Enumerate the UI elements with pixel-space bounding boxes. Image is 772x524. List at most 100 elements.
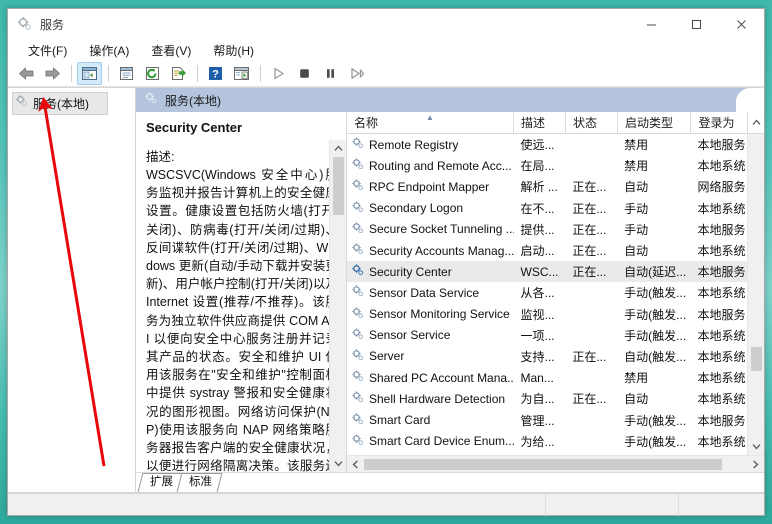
detail-scroll-thumb[interactable] xyxy=(332,157,344,215)
services-list: ▲ 名称 描述 状态 启动类型 登录为 Remote Registry 使远..… xyxy=(346,112,764,472)
service-name-label: Shell Hardware Detection xyxy=(369,391,506,406)
column-header-name[interactable]: ▲ 名称 xyxy=(347,112,515,133)
table-row[interactable]: Server 支持... 正在... 自动(触发... 本地系统 xyxy=(347,346,747,367)
cell-startup-type: 自动 xyxy=(624,392,649,407)
list-vertical-scrollbar[interactable] xyxy=(747,134,764,455)
service-name-label: Secure Socket Tunneling ... xyxy=(369,222,514,237)
table-row[interactable]: Sensor Data Service 从各... 手动(触发... 本地系统 xyxy=(347,282,747,303)
cell-startup-type: 手动(触发... xyxy=(624,434,687,449)
detail-vertical-scrollbar[interactable] xyxy=(329,140,346,472)
list-scroll-track-bottom[interactable] xyxy=(748,371,765,438)
cell-startup-type: 手动 xyxy=(624,222,649,237)
services-gear-icon xyxy=(17,16,33,32)
hscroll-track[interactable] xyxy=(364,456,747,473)
tab-standard[interactable]: 标准 xyxy=(176,473,223,492)
service-name-label: Security Center xyxy=(369,264,452,279)
service-name-label: Sensor Data Service xyxy=(369,285,480,300)
view-tabs: 扩展 标准 xyxy=(136,472,764,492)
service-name-label: Smart Card Device Enum... xyxy=(369,434,514,449)
service-detail-pane: Security Center 描述: WSCSVC(Windows 安全中心)… xyxy=(136,112,346,472)
service-gear-icon xyxy=(351,284,365,301)
table-row[interactable]: Shell Hardware Detection 为自... 正在... 自动 本地系统 xyxy=(347,388,747,409)
show-hide-console-tree-icon[interactable] xyxy=(77,62,102,85)
table-row[interactable]: Shared PC Account Mana... Man... 禁用 本地系统 xyxy=(347,367,747,388)
status-pane-main xyxy=(8,493,546,516)
cell-name: Security Accounts Manag... xyxy=(347,242,514,259)
table-row[interactable]: Sensor Monitoring Service 监视... 手动(触发... 本地… xyxy=(347,304,747,325)
list-scroll-up-corner[interactable] xyxy=(748,112,764,133)
pause-service-icon[interactable] xyxy=(318,62,343,85)
list-body: Remote Registry 使远... 禁用 本地服务 Routing and Re… xyxy=(347,134,764,455)
forward-icon[interactable] xyxy=(40,62,65,85)
cell-status: 正在... xyxy=(572,349,607,364)
cell-description: 启动... xyxy=(520,244,555,259)
stop-service-icon[interactable] xyxy=(292,62,317,85)
table-row[interactable]: Smart Card Device Enum... 为给... 手动(触发... 本地… xyxy=(347,431,747,452)
cell-status: 正在... xyxy=(572,244,607,259)
start-service-icon[interactable] xyxy=(266,62,291,85)
back-icon[interactable] xyxy=(14,62,39,85)
cell-name: Sensor Monitoring Service xyxy=(347,306,514,323)
column-header-startup-type[interactable]: 启动类型 xyxy=(618,112,692,133)
menu-action[interactable]: 操作(A) xyxy=(79,40,139,61)
table-row[interactable]: RPC Endpoint Mapper 解析 ... 正在... 自动 网络服务 xyxy=(347,176,747,197)
scroll-up-icon[interactable] xyxy=(330,140,347,157)
tab-label: 扩展 xyxy=(150,476,173,488)
menu-view[interactable]: 查看(V) xyxy=(141,40,201,61)
service-detail-title: Security Center xyxy=(146,120,243,135)
tree-item-label: 服务(本地) xyxy=(33,97,89,111)
cell-name: Remote Registry xyxy=(347,136,514,153)
table-row[interactable]: Security Accounts Manag... 启动... 正在... 自动 本地… xyxy=(347,240,747,261)
help-icon[interactable]: ? xyxy=(203,62,228,85)
close-button[interactable] xyxy=(719,9,764,39)
list-horizontal-scrollbar[interactable] xyxy=(347,455,764,472)
cell-startup-type: 禁用 xyxy=(624,159,649,174)
table-row[interactable]: Routing and Remote Acc... 在局... 禁用 本地系统 xyxy=(347,155,747,176)
menu-file[interactable]: 文件(F) xyxy=(18,40,77,61)
menu-help[interactable]: 帮助(H) xyxy=(203,40,264,61)
cell-name: Smart Card Device Enum... xyxy=(347,433,514,450)
console-tree-pane: 服务(本地) xyxy=(8,87,136,493)
service-gear-icon xyxy=(351,178,365,195)
service-name-label: Server xyxy=(369,349,405,364)
service-name-label: Shared PC Account Mana... xyxy=(369,370,514,385)
properties-icon[interactable] xyxy=(114,62,139,85)
cell-status: 正在... xyxy=(572,201,607,216)
scroll-down-icon[interactable] xyxy=(748,438,765,455)
detail-scroll-track[interactable] xyxy=(330,215,347,455)
service-name-label: Security Accounts Manag... xyxy=(369,243,514,258)
tree-item-services-local[interactable]: 服务(本地) xyxy=(12,92,108,115)
scroll-right-icon[interactable] xyxy=(747,456,764,473)
refresh-icon[interactable] xyxy=(140,62,165,85)
results-pane: 服务(本地) Security Center 描述: WSCSVC(Window… xyxy=(136,87,764,493)
show-action-pane-icon[interactable] xyxy=(229,62,254,85)
maximize-button[interactable] xyxy=(674,9,719,39)
minimize-button[interactable] xyxy=(629,9,674,39)
cell-name: Security Center xyxy=(347,263,514,280)
cell-description: 在不... xyxy=(520,201,555,216)
list-scroll-track-top[interactable] xyxy=(748,134,765,347)
service-name-label: Sensor Monitoring Service xyxy=(369,307,510,322)
table-row[interactable]: Secure Socket Tunneling ... 提供... 正在... 手动 本… xyxy=(347,219,747,240)
cell-description: 为给... xyxy=(520,434,555,449)
column-header-log-on-as[interactable]: 登录为 xyxy=(691,112,749,133)
table-row[interactable]: Secondary Logon 在不... 正在... 手动 本地系统 xyxy=(347,198,747,219)
table-row[interactable]: Security Center WSC... 正在... 自动(延迟... 本地服务 xyxy=(347,261,747,283)
hscroll-thumb[interactable] xyxy=(364,458,722,470)
table-row[interactable]: Sensor Service 一项... 手动(触发... 本地系统 xyxy=(347,325,747,346)
column-header-description[interactable]: 描述 xyxy=(514,112,566,133)
scroll-left-icon[interactable] xyxy=(347,456,364,473)
scroll-down-icon[interactable] xyxy=(330,455,347,472)
column-header-status[interactable]: 状态 xyxy=(566,112,618,133)
service-gear-icon xyxy=(351,306,365,323)
table-row[interactable]: Remote Registry 使远... 禁用 本地服务 xyxy=(347,134,747,155)
cell-description: 一项... xyxy=(520,328,555,343)
status-pane-tertiary xyxy=(679,494,764,516)
table-row[interactable]: Smart Card 管理... 手动(触发... 本地服务 xyxy=(347,409,747,430)
list-scroll-thumb[interactable] xyxy=(750,347,762,371)
cell-log-on-as: 本地系统 xyxy=(697,159,746,174)
export-list-icon[interactable] xyxy=(166,62,191,85)
cell-log-on-as: 本地服务 xyxy=(697,265,746,280)
services-window: 服务 文件(F) 操作(A) 查看(V) 帮助(H) ? 服务(本地) 服务(本… xyxy=(7,8,765,516)
restart-service-icon[interactable] xyxy=(344,62,369,85)
